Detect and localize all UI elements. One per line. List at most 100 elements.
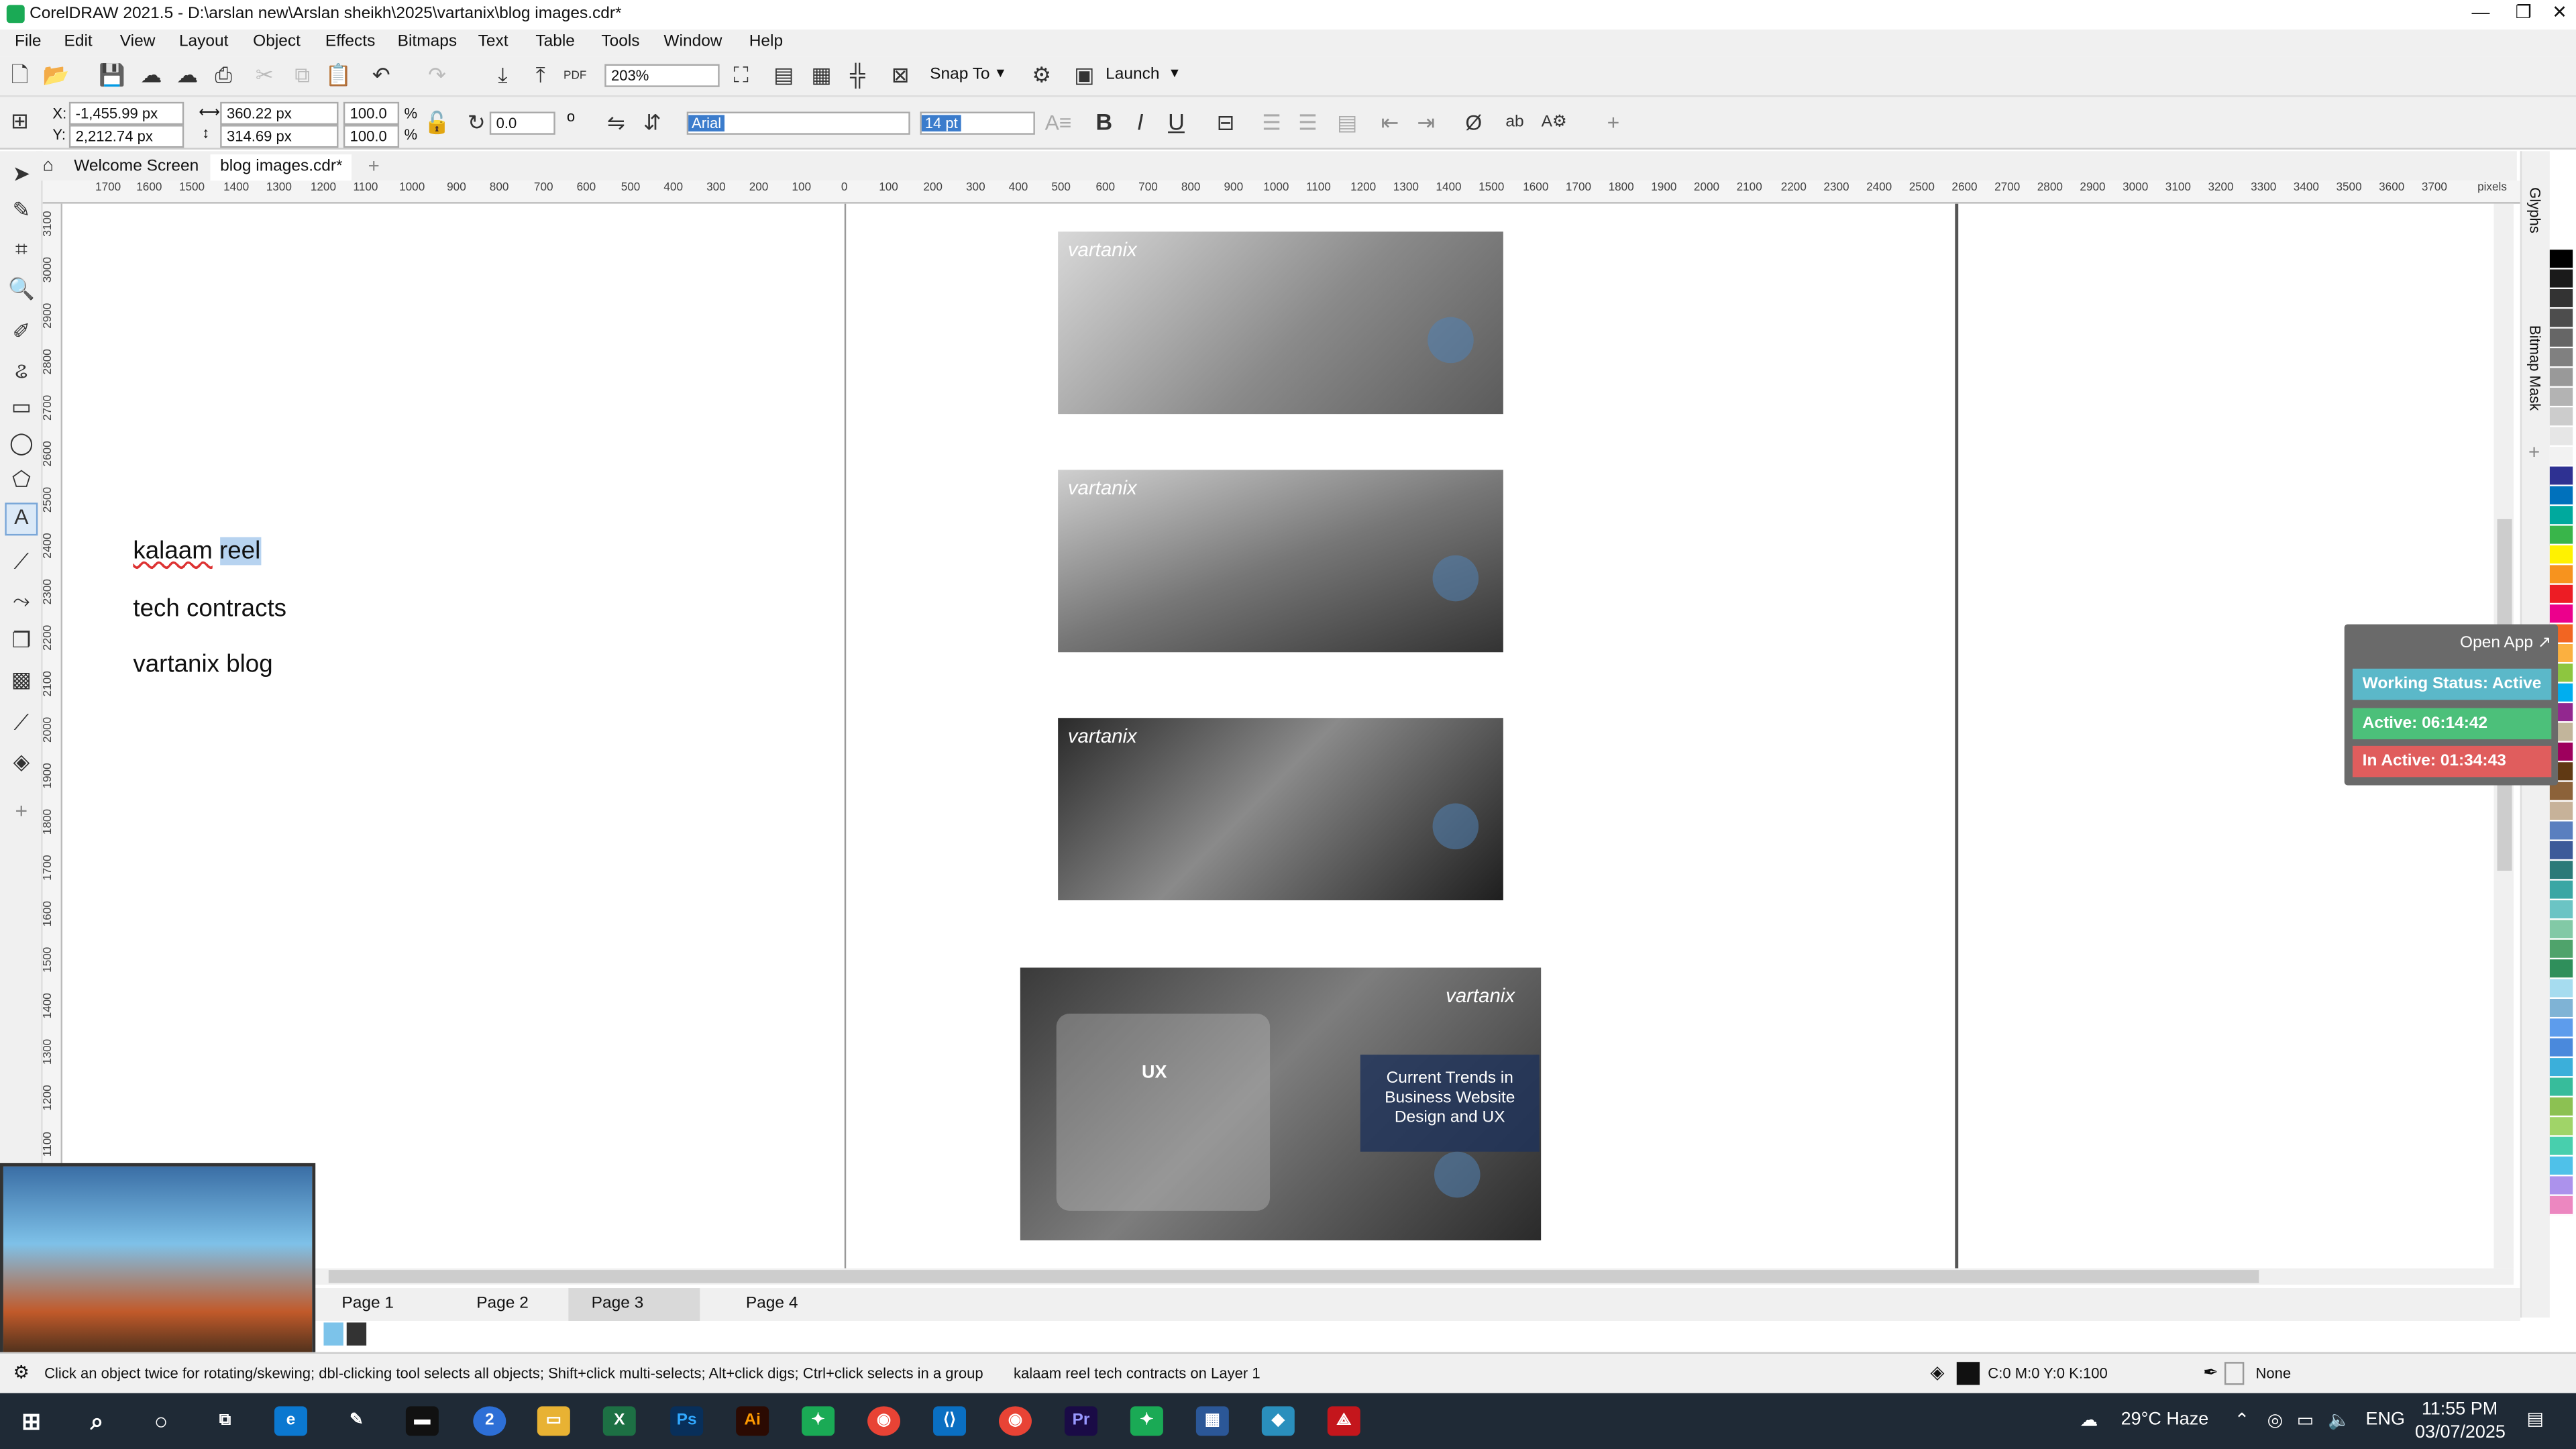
crop-tool-icon[interactable]: ⌗ [8,237,34,263]
launch-dropdown[interactable]: Launch [1106,66,1159,84]
premiere-icon[interactable]: Pr [1064,1406,1097,1436]
minimize-button[interactable]: — [2458,0,2504,30]
page-tab-1[interactable]: Page 1 [319,1288,417,1321]
save-icon[interactable]: 💾 [99,62,125,89]
text-tech-contracts[interactable]: tech contracts [133,595,286,623]
palette-swatch[interactable] [2549,802,2573,822]
chevron-down-icon[interactable]: ▼ [994,66,1007,80]
weather-icon[interactable]: ☁ [2080,1409,2098,1431]
drop-shadow-icon[interactable]: ❐ [8,628,34,654]
show-guidelines-icon[interactable]: ╬ [845,62,871,89]
new-document-icon[interactable]: 🗋 [7,62,33,89]
volume-icon[interactable]: 🔈 [2328,1409,2351,1431]
palette-swatch[interactable] [2549,229,2573,250]
bullet-list-icon[interactable]: ☰ [1258,110,1285,136]
freehand-tool-icon[interactable]: ✐ [8,319,34,345]
paste-icon[interactable]: 📋 [325,62,352,89]
document-color-swatch[interactable] [346,1322,367,1346]
redo-icon[interactable]: ↷ [424,62,450,89]
palette-swatch[interactable] [2549,309,2573,329]
terminal-icon[interactable]: ▬ [405,1406,439,1436]
blog-image-2[interactable]: vartanix [1058,470,1503,653]
parallel-dimension-icon[interactable]: ⟋ [8,549,34,575]
file-explorer-icon[interactable]: ▭ [537,1406,570,1436]
palette-swatch[interactable] [2549,821,2573,841]
palette-swatch[interactable] [2549,900,2573,920]
vertical-ruler[interactable]: 3100 3000 2900 2800 2700 2600 2500 2400 … [42,203,63,1272]
drop-cap-icon[interactable]: ▤ [1334,110,1360,136]
decrease-indent-icon[interactable]: ⇤ [1377,110,1403,136]
menu-window[interactable]: Window [663,33,722,51]
palette-swatch[interactable] [2549,841,2573,861]
fill-color-swatch[interactable] [1956,1362,1980,1385]
text-tool-icon[interactable]: A [5,502,38,536]
zoom-level-field[interactable]: 203% [604,64,720,87]
palette-swatch[interactable] [2549,959,2573,979]
palette-swatch[interactable] [2549,1136,2573,1157]
numbered-list-icon[interactable]: ☰ [1295,110,1321,136]
mirror-horizontal-icon[interactable]: ⇋ [603,110,629,136]
underline-button[interactable]: U [1163,109,1189,135]
search-icon[interactable]: ⌕ [80,1406,113,1436]
page-tab-2[interactable]: Page 2 [453,1288,551,1321]
clock-time[interactable]: 11:55 PM [2422,1400,2498,1419]
document-palette[interactable] [321,1322,370,1346]
object-origin-icon[interactable]: ⊞ [7,109,33,135]
chrome-icon[interactable]: ◉ [867,1406,901,1436]
text-align-icon[interactable]: ⊟ [1212,110,1238,136]
palette-swatch[interactable] [2549,920,2573,940]
polygon-tool-icon[interactable]: ⬠ [8,467,34,493]
task-view-icon[interactable]: ⧉ [209,1406,241,1436]
transparency-icon[interactable]: ▩ [8,667,34,693]
scrollbar-thumb[interactable] [328,1270,2259,1283]
full-screen-icon[interactable]: ⛶ [728,62,754,89]
menu-help[interactable]: Help [749,33,783,51]
palette-swatch[interactable] [2549,387,2573,408]
palette-swatch[interactable] [2549,1077,2573,1097]
palette-swatch[interactable] [2549,979,2573,999]
palette-swatch[interactable] [2549,427,2573,447]
opentype-icon[interactable]: Ø [1460,110,1487,136]
tray-chevron-icon[interactable]: ⌃ [2235,1409,2250,1431]
clock-date[interactable]: 03/07/2025 [2415,1423,2506,1442]
tray-app-icon[interactable]: ◎ [2267,1409,2284,1431]
cloud-download-icon[interactable]: ☁ [174,62,201,89]
connector-tool-icon[interactable]: ⤳ [8,588,34,614]
palette-swatch[interactable] [2549,880,2573,901]
language-indicator[interactable]: ENG [2366,1409,2405,1429]
horizontal-ruler[interactable]: 1700 1600 1500 1400 1300 1200 1100 1000 … [42,180,2520,204]
export-icon[interactable]: ⤒ [527,62,553,89]
tab-blog-images[interactable]: blog images.cdr* [210,154,353,181]
rotate-icon[interactable]: ↻ [464,110,490,136]
zoom-tool-icon[interactable]: 🔍 [8,276,35,302]
status-gear-icon[interactable]: ⚙ [13,1362,30,1383]
palette-swatch[interactable] [2549,506,2573,526]
undo-icon[interactable]: ↶ [368,62,394,89]
palette-swatch[interactable] [2549,604,2573,625]
palette-swatch[interactable] [2549,407,2573,427]
increase-indent-icon[interactable]: ⇥ [1413,110,1439,136]
tab-welcome-screen[interactable]: Welcome Screen [64,154,209,180]
interactive-fill-icon[interactable]: ◈ [8,749,34,775]
menu-effects[interactable]: Effects [325,33,375,51]
menu-table[interactable]: Table [535,33,575,51]
palette-swatch[interactable] [2549,1097,2573,1118]
cut-icon[interactable]: ✂ [252,62,278,89]
coreldraw-taskbar-icon[interactable]: ✦ [802,1406,835,1436]
palette-swatch[interactable] [2549,486,2573,506]
palette-swatch[interactable] [2549,525,2573,546]
close-window-button[interactable]: ✕ [2536,0,2576,30]
palette-swatch[interactable] [2549,861,2573,881]
width-field[interactable]: 360.22 px [220,101,339,125]
mirror-vertical-icon[interactable]: ⇵ [639,110,665,136]
cloud-save-icon[interactable]: ☁ [138,62,164,89]
rectangle-tool-icon[interactable]: ▭ [8,394,34,421]
document-color-swatch[interactable] [323,1322,343,1346]
export-pdf-icon[interactable]: PDF [562,64,588,91]
snap-to-dropdown[interactable]: Snap To [930,66,989,84]
glyphs-docker-tab[interactable]: Glyphs [2527,187,2543,233]
palette-swatch[interactable] [2549,328,2573,349]
palette-swatch[interactable] [2549,565,2573,585]
pick-tool-icon[interactable]: ➤ [8,161,34,187]
height-field[interactable]: 314.69 px [220,125,339,148]
